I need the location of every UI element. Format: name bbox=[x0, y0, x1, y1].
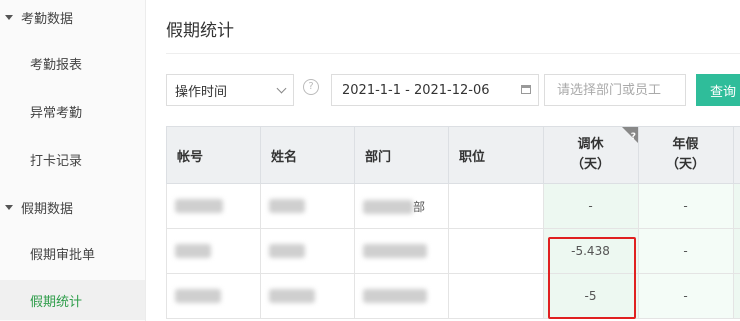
redacted-text bbox=[175, 244, 211, 259]
cell-overflow bbox=[733, 183, 740, 229]
date-range-input[interactable]: 2021-1-1 - 2021-12-06 bbox=[331, 74, 539, 106]
redacted-text bbox=[269, 289, 315, 304]
cell-name bbox=[260, 273, 355, 319]
divider bbox=[166, 53, 740, 54]
col-header-dept: 部门 bbox=[354, 126, 449, 184]
cell-annual-leave: - bbox=[638, 228, 734, 274]
cell-comp-leave: -5 bbox=[543, 273, 639, 319]
cell-name bbox=[260, 183, 355, 229]
cell-dept: 部 bbox=[354, 183, 449, 229]
sidebar-item-attendance-report[interactable]: 考勤报表 bbox=[0, 43, 145, 83]
chevron-down-icon bbox=[276, 83, 287, 94]
sidebar-group-label: 考勤数据 bbox=[21, 11, 74, 27]
sidebar-group-leave[interactable]: 假期数据 bbox=[0, 192, 145, 222]
sidebar-item-label: 假期审批单 bbox=[30, 247, 96, 263]
col-header-name: 姓名 bbox=[260, 126, 355, 184]
main-content: 假期统计 操作时间 ? 2021-1-1 - 2021-12-06 查询 帐号 … bbox=[152, 0, 740, 321]
col-header-position: 职位 bbox=[448, 126, 544, 184]
col-header-comp-leave[interactable]: 调休 （天） ? bbox=[543, 126, 639, 184]
sidebar-item-leave-approval[interactable]: 假期审批单 bbox=[0, 233, 145, 273]
cell-account bbox=[166, 273, 261, 319]
cell-position bbox=[448, 273, 544, 319]
table-row[interactable]: -5.438 - bbox=[166, 228, 740, 274]
col-header-overflow bbox=[733, 126, 740, 184]
calendar-icon bbox=[521, 85, 531, 94]
cell-name bbox=[260, 228, 355, 274]
redacted-text bbox=[269, 199, 305, 214]
cell-position bbox=[448, 228, 544, 274]
caret-down-icon bbox=[5, 14, 13, 20]
col-header-comp-leave-unit: （天） bbox=[570, 157, 610, 172]
redacted-text bbox=[363, 200, 413, 214]
page-title: 假期统计 bbox=[166, 21, 234, 41]
sidebar-item-clock-records[interactable]: 打卡记录 bbox=[0, 139, 145, 179]
table-row[interactable]: -5 - bbox=[166, 273, 740, 319]
redacted-text bbox=[269, 244, 305, 259]
sidebar-item-leave-stats[interactable]: 假期统计 bbox=[0, 280, 145, 320]
redacted-text bbox=[175, 199, 223, 214]
leave-stats-table: 帐号 姓名 部门 职位 调休 （天） ? 年假 （天） 部 - - -5.438… bbox=[166, 126, 740, 321]
cell-overflow bbox=[733, 273, 740, 319]
sidebar: 考勤数据 考勤报表 异常考勤 打卡记录 假期数据 假期审批单 假期统计 bbox=[0, 0, 146, 321]
sidebar-item-label: 异常考勤 bbox=[30, 105, 83, 121]
sidebar-item-label: 考勤报表 bbox=[30, 57, 83, 73]
cell-dept bbox=[354, 228, 449, 274]
sidebar-item-abnormal-attendance[interactable]: 异常考勤 bbox=[0, 91, 145, 131]
redacted-text bbox=[363, 289, 427, 304]
cell-comp-leave: - bbox=[543, 183, 639, 229]
dept-suffix: 部 bbox=[413, 199, 426, 214]
dept-or-employee-input[interactable] bbox=[544, 74, 686, 106]
table-header-row: 帐号 姓名 部门 职位 调休 （天） ? 年假 （天） bbox=[166, 126, 740, 184]
time-type-select[interactable]: 操作时间 bbox=[166, 74, 294, 106]
date-range-value: 2021-1-1 - 2021-12-06 bbox=[342, 82, 490, 98]
cell-dept bbox=[354, 273, 449, 319]
redacted-text bbox=[175, 289, 221, 304]
redacted-text bbox=[363, 244, 427, 259]
sidebar-group-label: 假期数据 bbox=[21, 201, 74, 217]
cell-account bbox=[166, 228, 261, 274]
cell-overflow bbox=[733, 228, 740, 274]
cell-position bbox=[448, 183, 544, 229]
sidebar-item-label: 假期统计 bbox=[30, 294, 83, 310]
col-header-annual-leave-unit: （天） bbox=[665, 157, 705, 172]
col-header-annual-leave: 年假 （天） bbox=[638, 126, 734, 184]
question-icon[interactable]: ? bbox=[303, 79, 319, 95]
cell-account bbox=[166, 183, 261, 229]
caret-down-icon bbox=[5, 204, 13, 210]
sidebar-item-label: 打卡记录 bbox=[30, 153, 83, 169]
cell-annual-leave: - bbox=[638, 273, 734, 319]
table-row[interactable]: 部 - - bbox=[166, 183, 740, 229]
cell-annual-leave: - bbox=[638, 183, 734, 229]
query-button[interactable]: 查询 bbox=[696, 74, 740, 106]
question-icon: ? bbox=[630, 132, 636, 142]
col-header-account: 帐号 bbox=[166, 126, 261, 184]
cell-comp-leave: -5.438 bbox=[543, 228, 639, 274]
select-value: 操作时间 bbox=[175, 84, 228, 100]
sidebar-group-attendance[interactable]: 考勤数据 bbox=[0, 2, 145, 32]
col-header-annual-leave-label: 年假 bbox=[672, 137, 699, 152]
